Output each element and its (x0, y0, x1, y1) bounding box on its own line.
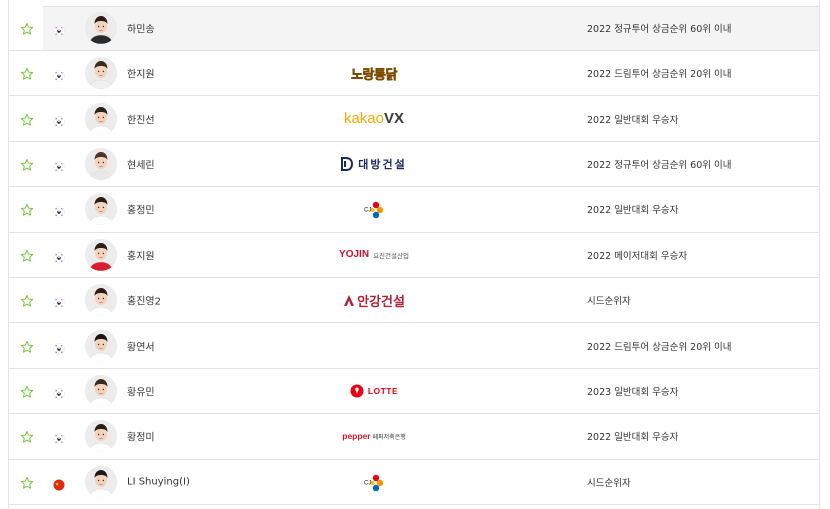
sponsor-logo-text: YOJIN (339, 249, 370, 261)
cj-logo-icon: CJ (364, 474, 384, 491)
angang-mark-icon (344, 294, 355, 306)
sponsor-logo (329, 335, 419, 357)
player-avatar[interactable] (85, 193, 117, 226)
player-avatar[interactable] (85, 102, 117, 135)
sponsor-logo-text: 대방건설 (358, 157, 407, 171)
table-row[interactable]: LI Shuying(I) CJ 시드순위자 (9, 460, 819, 505)
sponsor-logo-text: CJ (364, 208, 371, 214)
qualification-text: 2022 메이저대회 우승자 (587, 250, 688, 262)
player-avatar[interactable] (85, 374, 117, 407)
sponsor-logo (329, 17, 419, 39)
sponsor-logo: CJ (329, 198, 419, 220)
qualification-text: 시드순위자 (587, 477, 631, 489)
sponsor-logo: pepper 페퍼저축은행 (329, 425, 419, 447)
sponsor-logo-text: kakao (343, 110, 384, 128)
player-avatar[interactable] (85, 465, 117, 498)
table-row[interactable]: 황정미 pepper 페퍼저축은행 2022 일반대회 우승자 (9, 414, 819, 460)
korea-flag-icon (53, 67, 65, 82)
player-name[interactable]: 한진선 (127, 111, 155, 126)
korea-flag-icon (53, 340, 65, 355)
table-row[interactable]: 황유민 LOTTE 2023 일반대회 우승자 (9, 369, 819, 415)
table-row[interactable]: 홍정민 CJ 2022 일반대회 우승자 (9, 187, 819, 233)
table-row[interactable]: 한진선 kakao VX 2022 일반대회 우승자 (9, 96, 819, 142)
korea-flag-icon (53, 22, 65, 37)
favorite-star-icon[interactable] (20, 384, 34, 398)
favorite-star-icon[interactable] (20, 157, 34, 171)
player-avatar[interactable] (85, 420, 117, 453)
korea-flag-icon (53, 385, 65, 400)
favorite-star-icon[interactable] (20, 339, 34, 353)
table-row[interactable]: 홍진영2 안강건설 시드순위자 (9, 278, 819, 324)
player-avatar[interactable] (85, 12, 117, 44)
cj-logo-icon: CJ (364, 202, 384, 219)
qualification-text: 2022 정규투어 상금순위 60위 이내 (587, 159, 732, 171)
player-name[interactable]: LI Shuying(I) (127, 476, 190, 487)
favorite-star-icon[interactable] (20, 112, 34, 126)
sponsor-logo-text: 요진건설산업 (373, 251, 409, 260)
player-avatar[interactable] (85, 147, 117, 180)
korea-flag-icon (53, 203, 65, 219)
sponsor-logo: 대방건설 (329, 153, 419, 175)
favorite-star-icon[interactable] (20, 66, 34, 80)
table-row[interactable]: 홍지원 YOJIN 요진건설산업 2022 메이저대회 우승자 (9, 233, 819, 278)
sponsor-logo: LOTTE (329, 380, 419, 402)
qualification-text: 2022 정규투어 상금순위 60위 이내 (587, 24, 732, 35)
row-divider (43, 6, 819, 7)
player-avatar[interactable] (85, 238, 117, 271)
sponsor-logo-text: 페퍼저축은행 (372, 433, 406, 441)
sponsor-logo: 노랑통닭 (329, 62, 419, 84)
korea-flag-icon (53, 430, 65, 446)
qualification-text: 2022 일반대회 우승자 (587, 432, 679, 444)
korea-flag-icon (53, 113, 65, 128)
lotte-mark-icon (350, 384, 364, 398)
table-row[interactable]: 현세린 대방건설 2022 정규투어 상금순위 60위 이내 (9, 142, 819, 188)
player-avatar[interactable] (85, 57, 117, 90)
qualification-text: 2022 일반대회 우승자 (587, 114, 679, 126)
favorite-star-icon[interactable] (20, 429, 34, 443)
player-avatar[interactable] (85, 284, 117, 317)
sponsor-logo-text: 노랑통닭 (351, 67, 398, 83)
player-table: 하민송 2022 정규투어 상금순위 60위 이내 한지원 노랑통닭 2022 드림투어… (8, 0, 820, 509)
korea-flag-icon (53, 158, 65, 173)
china-flag-icon (53, 476, 65, 491)
table-row[interactable]: 황연서 2022 드림투어 상금순위 20위 이내 (9, 323, 819, 369)
player-name[interactable]: 현세린 (127, 156, 155, 171)
favorite-star-icon[interactable] (20, 202, 34, 216)
sponsor-logo-text: 안강건설 (357, 294, 405, 310)
player-name[interactable]: 하민송 (127, 21, 155, 36)
favorite-star-icon[interactable] (20, 21, 34, 35)
table-row[interactable]: 하민송 2022 정규투어 상금순위 60위 이내 (9, 0, 819, 51)
sponsor-logo-text: LOTTE (367, 385, 399, 396)
player-name[interactable]: 홍지원 (127, 247, 155, 262)
qualification-text: 2022 드림투어 상금순위 20위 이내 (587, 69, 732, 81)
sponsor-logo: CJ (329, 471, 419, 493)
player-name[interactable]: 황연서 (127, 338, 155, 353)
favorite-star-icon[interactable] (20, 248, 34, 262)
favorite-star-icon[interactable] (20, 293, 34, 307)
qualification-text: 2023 일반대회 우승자 (587, 386, 679, 398)
player-name[interactable]: 황정미 (127, 429, 155, 444)
player-name[interactable]: 홍정민 (127, 202, 155, 217)
sponsor-logo: YOJIN 요진건설산업 (329, 244, 419, 266)
player-name[interactable]: 한지원 (127, 66, 155, 81)
player-avatar[interactable] (85, 329, 117, 362)
sponsor-logo: kakao VX (329, 108, 419, 130)
sponsor-logo: 안강건설 (329, 289, 419, 311)
korea-flag-icon (53, 249, 65, 264)
player-name[interactable]: 홍진영2 (127, 293, 161, 308)
sponsor-logo-text: CJ (364, 480, 371, 486)
qualification-text: 2022 일반대회 우승자 (587, 205, 679, 217)
sponsor-logo-text: VX (384, 110, 405, 128)
player-name[interactable]: 황유민 (127, 383, 155, 398)
sponsor-logo-text: pepper (342, 431, 371, 442)
table-row[interactable]: 한지원 노랑통닭 2022 드림투어 상금순위 20위 이내 (9, 51, 819, 97)
qualification-text: 시드순위자 (587, 296, 631, 308)
korea-flag-icon (53, 294, 65, 309)
qualification-text: 2022 드림투어 상금순위 20위 이내 (587, 341, 732, 353)
favorite-star-icon[interactable] (20, 475, 34, 489)
daebang-mark-icon (341, 156, 354, 171)
